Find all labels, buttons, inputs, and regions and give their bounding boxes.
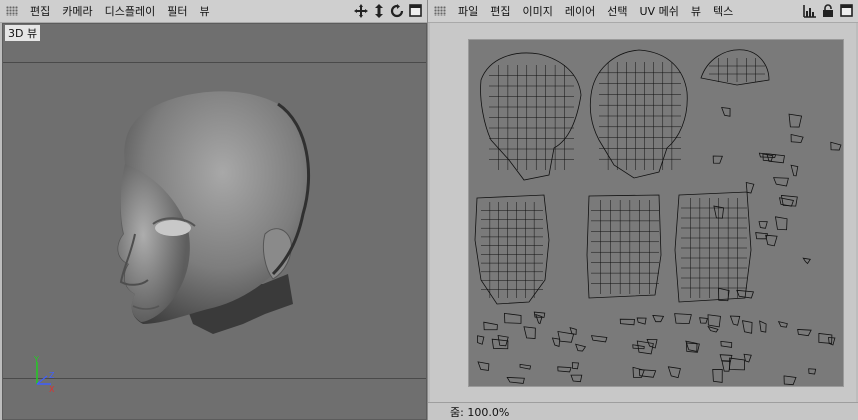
uv-island <box>571 362 579 370</box>
axis-label-z: Z <box>49 371 55 380</box>
uv-island <box>474 194 550 305</box>
zoom-status: 줌: 100.0% <box>450 405 510 419</box>
uv-island <box>759 320 767 333</box>
uv-island <box>667 366 681 379</box>
uv-island <box>638 369 657 378</box>
uv-island <box>818 332 833 344</box>
uv-island <box>745 182 755 194</box>
uv-island <box>729 315 741 326</box>
menu-texture[interactable]: 텍스 <box>707 3 739 19</box>
uv-island <box>477 335 485 345</box>
uv-island <box>765 234 778 247</box>
zoom-icon[interactable] <box>371 2 387 19</box>
uv-island <box>590 335 608 343</box>
maximize-icon[interactable] <box>838 2 854 19</box>
panel-grip-handle[interactable] <box>6 6 18 16</box>
uv-island <box>619 318 635 326</box>
menu-filter[interactable]: 필터 <box>161 3 193 19</box>
uv-island <box>523 326 536 339</box>
uv-island <box>741 320 753 334</box>
menu-edit[interactable]: 편집 <box>484 3 516 19</box>
uv-island <box>720 340 733 348</box>
uv-island <box>570 374 583 383</box>
uv-island <box>557 366 572 373</box>
uv-island <box>772 177 789 187</box>
uv-island <box>652 314 665 323</box>
uv-island <box>707 325 719 333</box>
uv-island <box>575 343 587 352</box>
uv-mesh-layout <box>474 49 842 386</box>
uv-island <box>743 353 752 363</box>
menu-camera[interactable]: 카메라 <box>56 3 98 19</box>
uv-island <box>551 337 561 347</box>
uv-island <box>808 368 817 375</box>
menu-uv-mesh[interactable]: UV 메쉬 <box>634 3 685 19</box>
uv-editor-menubar: 파일 편집 이미지 레이어 선택 UV 메쉬 뷰 텍스 <box>428 0 858 23</box>
uv-island <box>802 257 811 265</box>
menu-display[interactable]: 디스플레이 <box>99 3 162 19</box>
uv-island <box>506 376 525 384</box>
uv-island <box>758 221 768 229</box>
uv-island <box>557 331 575 343</box>
menu-select[interactable]: 선택 <box>601 3 633 19</box>
chart-icon[interactable] <box>802 2 818 19</box>
lock-icon[interactable] <box>820 2 836 19</box>
uv-island <box>674 313 692 325</box>
status-bar: 줌: 100.0% <box>428 402 858 420</box>
move-icon[interactable] <box>353 2 369 19</box>
uv-island <box>830 141 842 151</box>
axis-label-x: X <box>49 385 55 394</box>
uv-island <box>712 155 723 164</box>
uv-editor-area[interactable] <box>430 23 856 403</box>
uv-island <box>700 49 770 86</box>
menu-edit[interactable]: 편집 <box>24 3 56 19</box>
uv-island <box>721 360 731 372</box>
menu-view[interactable]: 뷰 <box>685 3 707 19</box>
viewport-3d[interactable]: 3D 뷰 Y Z X <box>2 23 427 420</box>
menu-file[interactable]: 파일 <box>452 3 484 19</box>
uv-island <box>707 314 721 328</box>
uv-canvas[interactable] <box>468 39 844 387</box>
panel-grip-handle[interactable] <box>434 6 446 16</box>
uv-island <box>790 164 799 177</box>
viewport-3d-menubar: 편집 카메라 디스플레이 필터 뷰 <box>0 0 427 23</box>
uv-island <box>480 52 582 181</box>
axis-label-y: Y <box>33 356 39 364</box>
uv-island <box>721 107 731 117</box>
maximize-icon[interactable] <box>407 2 423 19</box>
uv-island <box>788 113 803 128</box>
uv-tools <box>802 2 854 19</box>
uv-island <box>477 361 490 371</box>
uv-island <box>483 321 498 331</box>
uv-island <box>699 317 708 324</box>
viewport-3d-panel: 편집 카메라 디스플레이 필터 뷰 3D 뷰 Y Z X <box>0 0 427 420</box>
menu-layer[interactable]: 레이어 <box>559 3 601 19</box>
uv-island <box>491 338 509 350</box>
uv-island <box>504 312 522 324</box>
axis-gizmo: Y Z X <box>33 356 55 394</box>
uv-island <box>779 197 794 207</box>
uv-island <box>636 340 654 355</box>
uv-island <box>783 375 797 386</box>
viewport-tools <box>353 2 423 19</box>
menu-image[interactable]: 이미지 <box>517 3 559 19</box>
uv-island <box>712 368 723 383</box>
uv-island <box>535 313 543 325</box>
uv-editor-panel: 파일 편집 이미지 레이어 선택 UV 메쉬 뷰 텍스 줌: 100.0% <box>428 0 858 420</box>
uv-island <box>589 49 688 179</box>
uv-island <box>790 133 804 143</box>
uv-island <box>674 191 752 303</box>
uv-island <box>774 216 788 231</box>
uv-island <box>777 321 788 328</box>
rotate-icon[interactable] <box>389 2 405 19</box>
uv-island <box>797 329 812 337</box>
uv-island <box>519 363 532 370</box>
uv-island <box>636 317 647 325</box>
menu-view[interactable]: 뷰 <box>193 3 215 19</box>
uv-island <box>729 357 745 371</box>
